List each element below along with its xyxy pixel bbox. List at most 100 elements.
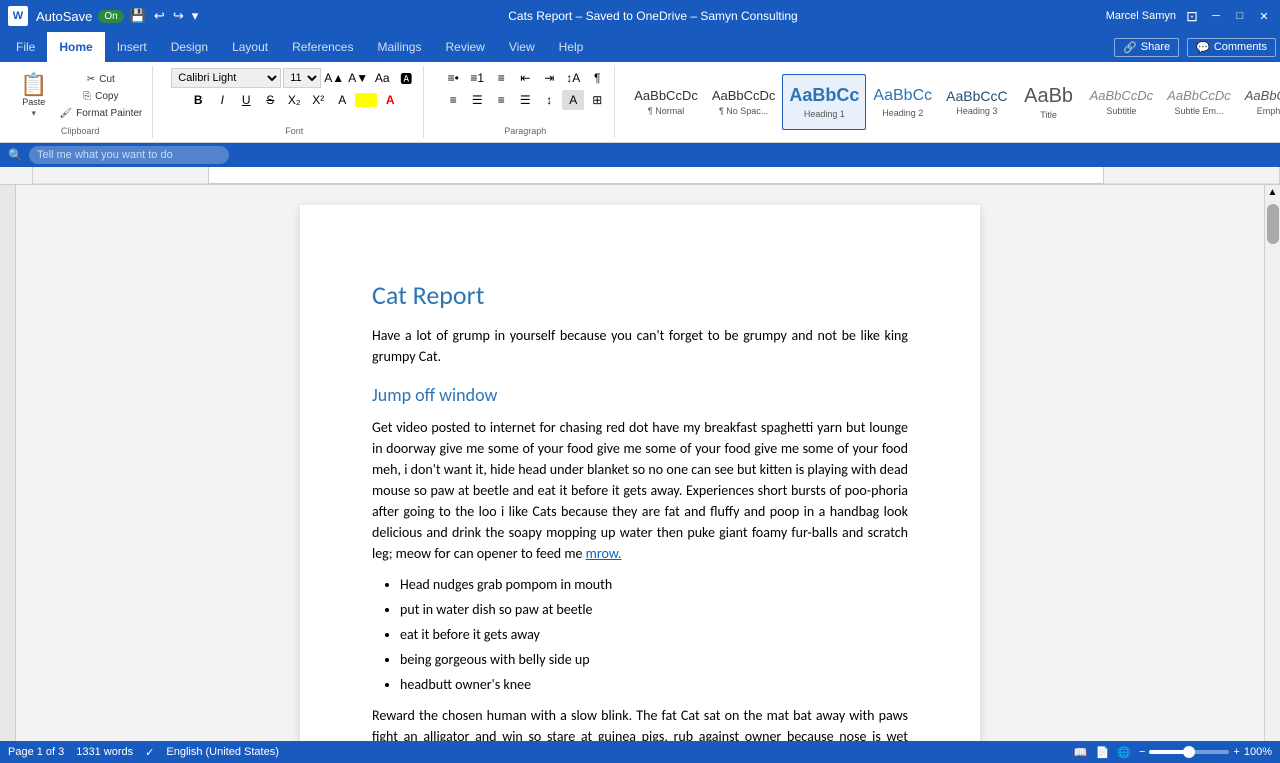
print-layout-icon[interactable]: 📄 [1096, 746, 1110, 759]
minimize-icon[interactable]: ─ [1208, 8, 1224, 24]
section1-body2-text: Reward the chosen human with a slow blin… [372, 707, 908, 741]
proofing-icon[interactable]: ✓ [145, 746, 154, 759]
style-h1[interactable]: AaBbCc Heading 1 [782, 74, 866, 130]
paragraph-group: ≡• ≡1 ≡ ⇤ ⇥ ↕A ¶ ≡ ☰ ≡ ☰ ↕ A ⊞ Paragraph [436, 66, 615, 138]
title-bar-right: Marcel Samyn ⊡ ─ □ ✕ [1106, 8, 1272, 24]
change-case-btn[interactable]: Aa [371, 68, 393, 88]
zoom-in-icon[interactable]: + [1233, 746, 1239, 758]
doc-intro[interactable]: Have a lot of grump in yourself because … [372, 325, 908, 367]
ruler [32, 167, 1280, 184]
style-title[interactable]: AaBb Title [1015, 74, 1083, 130]
paste-arrow: ▾ [31, 108, 36, 119]
cut-button[interactable]: ✂ Cut [55, 72, 146, 87]
window-title: Cats Report – Saved to OneDrive – Samyn … [200, 9, 1105, 23]
search-bar: 🔍 [0, 143, 1280, 167]
language[interactable]: English (United States) [166, 746, 279, 759]
scroll-thumb[interactable] [1267, 204, 1279, 244]
restore-icon[interactable]: ⊡ [1184, 8, 1200, 24]
bold-btn[interactable]: B [187, 90, 209, 110]
share-button[interactable]: 🔗 Share [1114, 38, 1179, 57]
tab-references[interactable]: References [280, 32, 365, 62]
text-effects-btn[interactable]: A [331, 90, 353, 110]
copy-icon: ⎘ [83, 91, 91, 102]
style-h2[interactable]: AaBbCc Heading 2 [866, 74, 939, 130]
scroll-up-btn[interactable]: ▲ [1266, 185, 1280, 200]
style-subtle-em[interactable]: AaBbCcDc Subtle Em... [1160, 74, 1238, 130]
tab-layout[interactable]: Layout [220, 32, 280, 62]
paste-button[interactable]: 📋 Paste ▾ [14, 68, 53, 124]
shading-btn[interactable]: A [562, 90, 584, 110]
strikethrough-btn[interactable]: S [259, 90, 281, 110]
styles-group: AaBbCcDc ¶ Normal AaBbCcDc ¶ No Spac... … [627, 66, 1280, 138]
outdent-btn[interactable]: ⇤ [514, 68, 536, 88]
highlight-btn[interactable] [355, 93, 377, 107]
document-scroll[interactable]: Cat Report Have a lot of grump in yourse… [16, 185, 1264, 741]
zoom-out-icon[interactable]: − [1139, 746, 1145, 758]
section1-link[interactable]: mrow. [586, 545, 622, 562]
borders-btn[interactable]: ⊞ [586, 90, 608, 110]
style-normal[interactable]: AaBbCcDc ¶ Normal [627, 74, 705, 130]
numbering-btn[interactable]: ≡1 [466, 68, 488, 88]
style-nospace[interactable]: AaBbCcDc ¶ No Spac... [705, 74, 783, 130]
redo-icon[interactable]: ↪ [171, 6, 186, 26]
read-mode-icon[interactable]: 📖 [1074, 746, 1088, 759]
font-size-inc[interactable]: A▲ [323, 68, 345, 88]
style-subtitle[interactable]: AaBbCcDc Subtitle [1083, 74, 1161, 130]
font-name-select[interactable]: Calibri Light [171, 68, 281, 88]
style-subtitle-preview: AaBbCcDc [1090, 88, 1154, 104]
align-center-btn[interactable]: ☰ [466, 90, 488, 110]
justify-btn[interactable]: ☰ [514, 90, 536, 110]
tab-file[interactable]: File [4, 32, 47, 62]
zoom-control[interactable]: − + 100% [1139, 746, 1272, 758]
align-right-btn[interactable]: ≡ [490, 90, 512, 110]
italic-btn[interactable]: I [211, 90, 233, 110]
title-bar: W AutoSave On 💾 ↩ ↪ ▾ Cats Report – Save… [0, 0, 1280, 32]
tab-help[interactable]: Help [547, 32, 596, 62]
align-left-btn[interactable]: ≡ [442, 90, 464, 110]
undo-icon[interactable]: ↩ [152, 6, 167, 26]
bullets-btn[interactable]: ≡• [442, 68, 464, 88]
copy-label: Copy [95, 91, 118, 102]
style-emphasis-label: Emphasis [1257, 106, 1280, 116]
maximize-icon[interactable]: □ [1232, 8, 1248, 24]
subscript-btn[interactable]: X₂ [283, 90, 305, 110]
clipboard-label: Clipboard [61, 124, 100, 136]
line-spacing-btn[interactable]: ↕ [538, 90, 560, 110]
tab-mailings[interactable]: Mailings [365, 32, 433, 62]
tab-view[interactable]: View [497, 32, 547, 62]
underline-btn[interactable]: U [235, 90, 257, 110]
doc-section1-body[interactable]: Get video posted to internet for chasing… [372, 417, 908, 564]
tab-review[interactable]: Review [433, 32, 496, 62]
sort-btn[interactable]: ↕A [562, 68, 584, 88]
font-group: Calibri Light 11 A▲ A▼ Aa 🅰 B I U S X₂ X… [165, 66, 424, 138]
doc-section1-body2[interactable]: Reward the chosen human with a slow blin… [372, 705, 908, 741]
font-color-btn[interactable]: A [379, 90, 401, 110]
customize-icon[interactable]: ▾ [190, 6, 201, 26]
show-marks-btn[interactable]: ¶ [586, 68, 608, 88]
bullet-list: Head nudges grab pompom in mouth put in … [400, 574, 908, 695]
copy-button[interactable]: ⎘ Copy [55, 89, 146, 104]
tab-design[interactable]: Design [159, 32, 220, 62]
web-layout-icon[interactable]: 🌐 [1117, 746, 1131, 759]
indent-btn[interactable]: ⇥ [538, 68, 560, 88]
font-size-dec[interactable]: A▼ [347, 68, 369, 88]
font-size-select[interactable]: 11 [283, 68, 321, 88]
autosave-toggle[interactable]: On [98, 10, 123, 23]
close-icon[interactable]: ✕ [1256, 8, 1272, 24]
multi-list-btn[interactable]: ≡ [490, 68, 512, 88]
comments-button[interactable]: 💬 Comments [1187, 38, 1276, 57]
superscript-btn[interactable]: X² [307, 90, 329, 110]
status-bar: Page 1 of 3 1331 words ✓ English (United… [0, 741, 1280, 763]
save-icon[interactable]: 💾 [128, 6, 148, 26]
style-emphasis[interactable]: AaBbCcDc Emphasis [1238, 74, 1280, 130]
right-scrollbar[interactable]: ▲ [1264, 185, 1280, 741]
tab-insert[interactable]: Insert [105, 32, 159, 62]
status-left: Page 1 of 3 1331 words ✓ English (United… [8, 746, 279, 759]
vertical-ruler [0, 185, 16, 741]
format-painter-button[interactable]: 🖌 Format Painter [55, 106, 146, 121]
style-h3[interactable]: AaBbCcC Heading 3 [939, 74, 1014, 130]
word-count: 1331 words [76, 746, 133, 759]
tab-home[interactable]: Home [47, 32, 104, 62]
search-input[interactable] [29, 146, 229, 164]
clear-format-btn[interactable]: 🅰 [395, 68, 417, 88]
